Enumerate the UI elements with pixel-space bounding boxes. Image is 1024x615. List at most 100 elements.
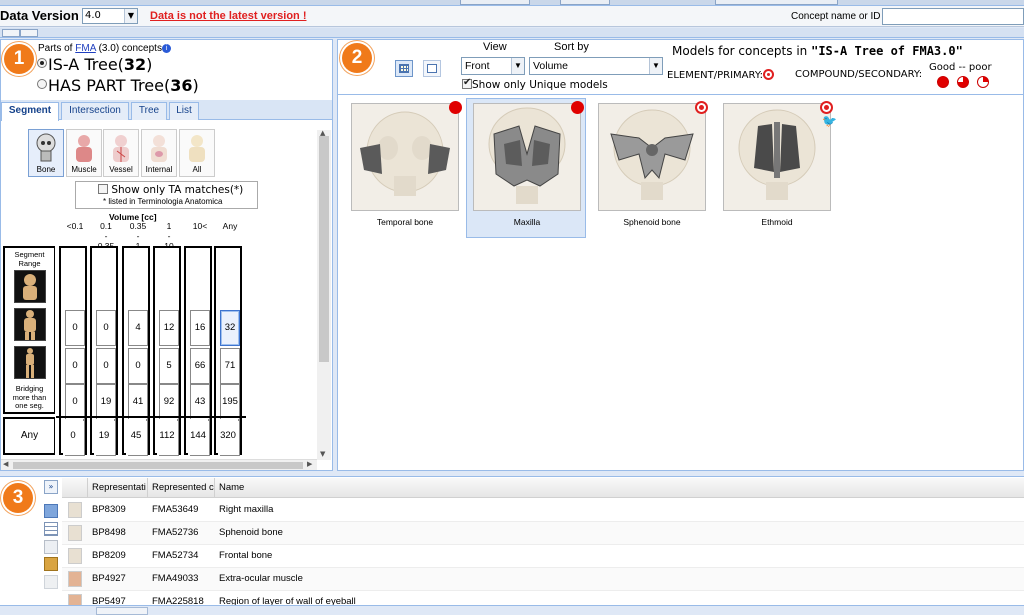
total-cell[interactable]: 19 bbox=[94, 419, 114, 455]
category-muscle-button[interactable]: Muscle bbox=[66, 129, 102, 177]
count-cell[interactable]: 0 bbox=[65, 384, 85, 420]
element-primary-target-icon bbox=[820, 101, 833, 114]
fma-link[interactable]: FMA bbox=[75, 43, 96, 54]
row-thumbnail bbox=[68, 502, 82, 518]
info-icon[interactable]: i bbox=[161, 44, 171, 53]
total-cell[interactable]: 45 bbox=[126, 419, 146, 455]
element-primary-target-icon bbox=[695, 101, 708, 114]
model-card-maxilla[interactable]: Maxilla bbox=[466, 98, 586, 238]
count-cell[interactable]: 66 bbox=[190, 348, 210, 384]
count-cell[interactable]: 0 bbox=[65, 310, 85, 346]
temporal-bone-image[interactable] bbox=[351, 103, 459, 211]
isa-radio[interactable] bbox=[37, 58, 47, 68]
category-bone-button[interactable]: Bone bbox=[28, 129, 64, 177]
maxilla-image[interactable] bbox=[473, 103, 581, 211]
concept-search-input[interactable] bbox=[882, 8, 1024, 25]
category-label: Vessel bbox=[109, 165, 133, 174]
haspart-tree-option[interactable]: HAS PART Tree(36) bbox=[37, 76, 199, 95]
trunk-segment-icon[interactable] bbox=[14, 308, 46, 341]
category-vessel-button[interactable]: Vessel bbox=[103, 129, 139, 177]
represented-concept-col-header[interactable]: Represented c bbox=[148, 478, 215, 498]
row-thumbnail bbox=[68, 571, 82, 587]
top-tab-1[interactable] bbox=[460, 0, 530, 5]
chevron-down-icon[interactable]: ▼ bbox=[511, 58, 524, 74]
count-cell[interactable]: 0 bbox=[96, 348, 116, 384]
hscroll-thumb[interactable] bbox=[13, 462, 303, 469]
haspart-radio[interactable] bbox=[37, 79, 47, 89]
segment-horizontal-scrollbar[interactable]: ◀ ▶ bbox=[1, 459, 317, 470]
copy-icon[interactable] bbox=[44, 540, 58, 554]
name-col-header[interactable]: Name bbox=[215, 478, 1024, 498]
table-row[interactable]: BP4927 FMA49033 Extra-ocular muscle bbox=[62, 568, 1024, 591]
total-cell[interactable]: 320 bbox=[218, 419, 238, 455]
table-row[interactable]: BP8498 FMA52736 Sphenoid bone bbox=[62, 522, 1024, 545]
table-row[interactable]: BP8309 FMA53649 Right maxilla bbox=[62, 499, 1024, 522]
table-icon[interactable] bbox=[44, 522, 58, 536]
count-cell[interactable]: 4 bbox=[128, 310, 148, 346]
version-warning-link[interactable]: Data is not the latest version ! bbox=[150, 10, 306, 22]
count-cell-selected[interactable]: 32 bbox=[220, 310, 240, 346]
count-cell[interactable]: 16 bbox=[190, 310, 210, 346]
count-cell[interactable]: 12 bbox=[159, 310, 179, 346]
model-name: Ethmoid bbox=[761, 217, 793, 227]
tab-intersection[interactable]: Intersection bbox=[61, 102, 129, 120]
category-label: All bbox=[192, 165, 202, 174]
table-row[interactable]: BP8209 FMA52734 Frontal bone bbox=[62, 545, 1024, 568]
count-cell[interactable]: 71 bbox=[220, 348, 240, 384]
count-cell[interactable]: 19 bbox=[96, 384, 116, 420]
category-all-button[interactable]: All bbox=[179, 129, 215, 177]
isa-tree-option[interactable]: IS-A Tree(32) bbox=[37, 55, 152, 74]
scroll-right-icon[interactable]: ▶ bbox=[307, 460, 312, 468]
results-toolbar: 3 » bbox=[0, 477, 62, 615]
bottom-tab[interactable] bbox=[96, 607, 148, 615]
count-cell[interactable]: 43 bbox=[190, 384, 210, 420]
count-cell[interactable]: 0 bbox=[96, 310, 116, 346]
total-cell[interactable]: 144 bbox=[188, 419, 208, 455]
segment-vertical-scrollbar[interactable]: ▲ ▼ bbox=[317, 129, 331, 460]
unique-models-option[interactable]: Show only Unique models bbox=[462, 77, 608, 91]
scroll-down-icon[interactable]: ▼ bbox=[320, 450, 325, 458]
tab-tree[interactable]: Tree bbox=[131, 102, 167, 120]
delete-icon[interactable] bbox=[44, 575, 58, 589]
strip-tab-2[interactable] bbox=[20, 29, 38, 37]
category-internal-button[interactable]: Internal bbox=[141, 129, 177, 177]
data-version-select[interactable]: 4.0 ▼ bbox=[82, 8, 138, 24]
chevron-down-icon[interactable]: ▼ bbox=[649, 58, 662, 74]
view-select[interactable]: Front ▼ bbox=[461, 57, 525, 75]
count-cell[interactable]: 0 bbox=[128, 348, 148, 384]
tab-segment[interactable]: Segment bbox=[1, 102, 59, 121]
count-cell[interactable]: 5 bbox=[159, 348, 179, 384]
collapse-icon[interactable]: » bbox=[44, 480, 58, 494]
count-cell[interactable]: 41 bbox=[128, 384, 148, 420]
twitter-icon[interactable]: 🐦 bbox=[822, 115, 837, 127]
segment-range-column: Segment Range Bridging more than one seg. bbox=[3, 246, 55, 414]
total-cell[interactable]: 112 bbox=[157, 419, 177, 455]
sphenoid-bone-image[interactable] bbox=[598, 103, 706, 211]
representation-col-header[interactable]: Representati bbox=[88, 478, 148, 498]
head-segment-icon[interactable] bbox=[14, 270, 46, 303]
sort-select[interactable]: Volume ▼ bbox=[529, 57, 663, 75]
strip-tab-1[interactable] bbox=[2, 29, 20, 37]
total-cell[interactable]: 0 bbox=[63, 419, 83, 455]
ta-checkbox[interactable] bbox=[98, 184, 108, 194]
scroll-left-icon[interactable]: ◀ bbox=[3, 460, 8, 468]
scroll-thumb[interactable] bbox=[319, 136, 329, 362]
top-tab-2[interactable] bbox=[560, 0, 610, 5]
grid-view-button[interactable] bbox=[395, 60, 413, 77]
single-view-button[interactable] bbox=[423, 60, 441, 77]
unique-checkbox[interactable] bbox=[462, 77, 472, 89]
model-card-ethmoid[interactable]: Ethmoid bbox=[719, 98, 839, 238]
grid-icon[interactable] bbox=[44, 504, 58, 518]
tab-list[interactable]: List bbox=[169, 102, 199, 120]
whole-body-segment-icon[interactable] bbox=[14, 346, 46, 379]
chevron-down-icon[interactable]: ▼ bbox=[124, 9, 137, 23]
model-card-temporal-bone[interactable]: Temporal bone bbox=[347, 98, 467, 238]
count-cell[interactable]: 92 bbox=[159, 384, 179, 420]
count-cell[interactable]: 195 bbox=[220, 384, 240, 420]
top-tab-3[interactable] bbox=[715, 0, 838, 5]
model-card-sphenoid-bone[interactable]: Sphenoid bone bbox=[594, 98, 714, 238]
ethmoid-image[interactable] bbox=[723, 103, 831, 211]
ta-matches-option[interactable]: Show only TA matches(*) bbox=[98, 184, 243, 196]
paste-icon[interactable] bbox=[44, 557, 58, 571]
count-cell[interactable]: 0 bbox=[65, 348, 85, 384]
